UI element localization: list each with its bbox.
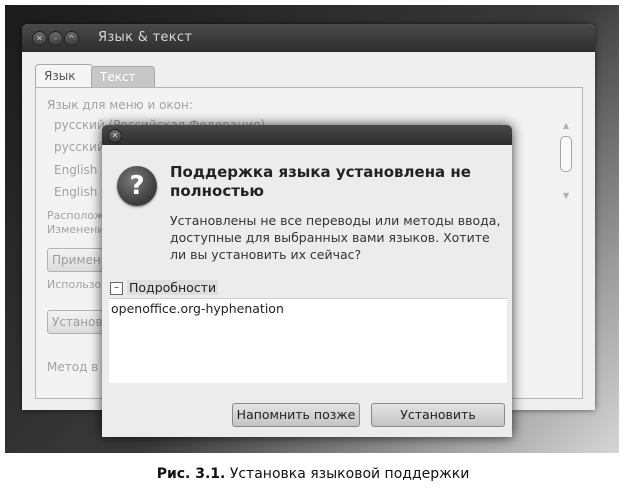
- install-button[interactable]: Установить: [371, 403, 505, 427]
- use-text: Использов: [47, 278, 108, 291]
- collapse-icon[interactable]: –: [110, 282, 123, 295]
- window-title: Язык & текст: [98, 30, 193, 45]
- language-support-dialog: ✕ ? Поддержка языка установлена не полно…: [102, 125, 512, 437]
- language-item[interactable]: English: [54, 185, 97, 199]
- question-icon: ?: [117, 166, 157, 206]
- tab-text[interactable]: Текст: [91, 66, 155, 87]
- language-list-label: Язык для меню и окон:: [47, 98, 193, 112]
- details-text-area[interactable]: openoffice.org-hyphenation: [109, 298, 507, 383]
- details-expander[interactable]: – Подробности: [110, 280, 219, 296]
- window-titlebar: ✕ – ^ Язык & текст: [22, 24, 595, 52]
- dialog-titlebar: ✕: [102, 125, 512, 145]
- input-method-label: Метод в: [47, 360, 99, 374]
- language-item[interactable]: English (: [54, 163, 106, 177]
- scrollbar-thumb[interactable]: [560, 136, 572, 172]
- maximize-window-icon[interactable]: ^: [64, 31, 79, 46]
- figure-caption: Рис. 3.1. Установка языковой поддержки: [0, 466, 626, 482]
- scroll-down-icon[interactable]: ▼: [563, 191, 569, 200]
- dialog-heading: Поддержка языка установлена не полностью: [170, 163, 471, 200]
- change-text: Изменени: [47, 223, 105, 236]
- caption-text: Установка языковой поддержки: [229, 466, 470, 482]
- close-window-icon[interactable]: ✕: [32, 31, 47, 46]
- minimize-window-icon[interactable]: –: [48, 31, 63, 46]
- close-icon[interactable]: ✕: [108, 129, 122, 143]
- details-label[interactable]: Подробности: [127, 280, 219, 295]
- caption-label: Рис. 3.1.: [156, 466, 226, 482]
- package-name: openoffice.org-hyphenation: [111, 301, 284, 316]
- scroll-up-icon[interactable]: ▲: [563, 121, 569, 130]
- remind-later-button[interactable]: Напомнить позже: [232, 403, 360, 427]
- dialog-message: Установлены не все переводы или методы в…: [170, 213, 501, 262]
- location-text: Располож: [47, 209, 105, 222]
- screenshot-frame: ✕ – ^ Язык & текст Язык Текст Язык для м…: [5, 5, 619, 453]
- tab-language[interactable]: Язык: [35, 64, 93, 87]
- language-item[interactable]: русский: [54, 140, 105, 154]
